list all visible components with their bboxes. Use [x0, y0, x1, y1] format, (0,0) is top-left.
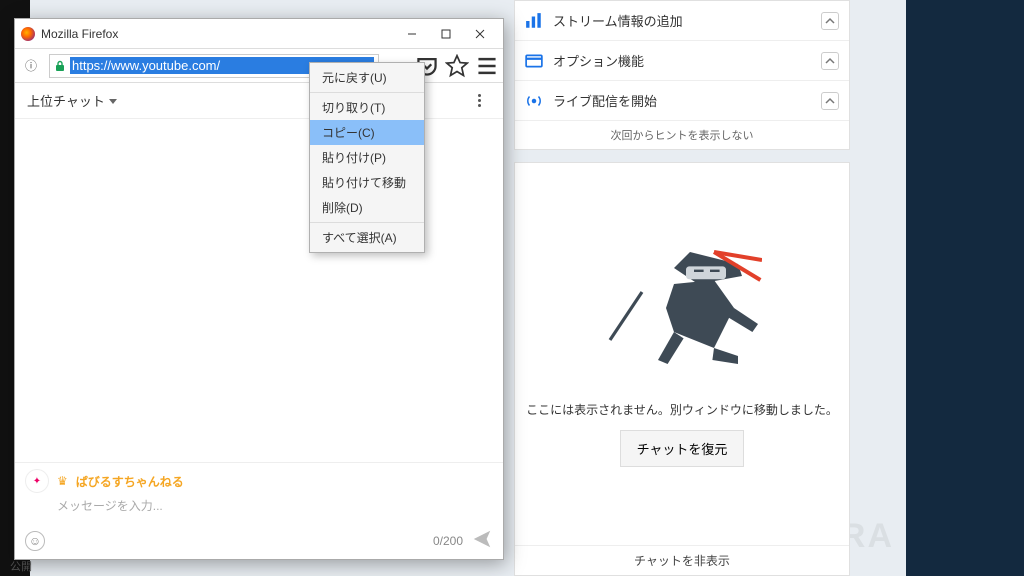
chat-body [15, 119, 503, 462]
close-button[interactable] [463, 23, 497, 45]
emoji-icon[interactable]: ☺ [25, 531, 45, 551]
star-icon[interactable] [445, 54, 469, 78]
ctx-paste[interactable]: 貼り付け(P) [310, 145, 424, 170]
channel-name: ぱびるすちゃんねる [76, 473, 184, 490]
bar-chart-icon [525, 12, 543, 30]
window-title: Mozilla Firefox [41, 27, 395, 41]
settings-label: ストリーム情報の追加 [553, 11, 811, 30]
ctx-select-all[interactable]: すべて選択(A) [310, 222, 424, 250]
maximize-button[interactable] [429, 23, 463, 45]
chat-moved-message: ここには表示されません。別ウィンドウに移動しました。 [526, 401, 838, 418]
settings-row-option[interactable]: オプション機能 [515, 41, 849, 81]
chat-footer: ☺ 0/200 [15, 522, 503, 559]
ninja-icon [602, 233, 762, 383]
settings-label: オプション機能 [553, 51, 811, 70]
ctx-copy[interactable]: コピー(C) [310, 120, 424, 145]
lock-icon [54, 60, 66, 72]
chat-moved-card: ここには表示されません。別ウィンドウに移動しました。 チャットを復元 チャットを… [514, 162, 850, 576]
hide-chat-button[interactable]: チャットを非表示 [515, 545, 849, 575]
settings-card: ストリーム情報の追加 オプション機能 ライブ配信を開始 次回からヒントを表示しな… [514, 0, 850, 150]
chevron-up-icon[interactable] [821, 92, 839, 110]
chat-more-icon[interactable] [467, 89, 491, 113]
chat-mode-label: 上位チャット [27, 91, 105, 110]
crown-icon: ♛ [57, 474, 68, 488]
chevron-up-icon[interactable] [821, 52, 839, 70]
ctx-cut[interactable]: 切り取り(T) [310, 92, 424, 120]
settings-label: ライブ配信を開始 [553, 91, 811, 110]
char-counter: 0/200 [433, 534, 463, 548]
send-button[interactable] [471, 528, 493, 553]
firefox-window: Mozilla Firefox ⓘ https://www.youtube.co… [14, 18, 504, 560]
settings-hint-off[interactable]: 次回からヒントを表示しない [515, 121, 849, 149]
right-dark-strip [906, 0, 1024, 576]
site-info-icon[interactable]: ⓘ [19, 54, 43, 78]
chevron-up-icon[interactable] [821, 12, 839, 30]
ctx-undo[interactable]: 元に戻す(U) [310, 65, 424, 90]
restore-chat-button[interactable]: チャットを復元 [620, 430, 745, 467]
address-bar-row: ⓘ https://www.youtube.com/ ••• [15, 49, 503, 83]
settings-row-stream-info[interactable]: ストリーム情報の追加 [515, 1, 849, 41]
message-input[interactable]: メッセージを入力... [57, 493, 493, 520]
antenna-icon [525, 92, 543, 110]
firefox-logo-icon [21, 27, 35, 41]
chat-header: 上位チャット [15, 83, 503, 119]
context-menu: 元に戻す(U) 切り取り(T) コピー(C) 貼り付け(P) 貼り付けて移動 削… [309, 62, 425, 253]
hamburger-icon[interactable] [475, 54, 499, 78]
ctx-paste-go[interactable]: 貼り付けて移動 [310, 170, 424, 195]
user-avatar-icon: ✦ [25, 469, 49, 493]
minimize-button[interactable] [395, 23, 429, 45]
firefox-titlebar[interactable]: Mozilla Firefox [15, 19, 503, 49]
settings-row-live-start[interactable]: ライブ配信を開始 [515, 81, 849, 121]
card-icon [525, 52, 543, 70]
publish-label: 公開 [10, 558, 32, 574]
ctx-delete[interactable]: 削除(D) [310, 195, 424, 220]
chat-input-area: ✦ ♛ ぱびるすちゃんねる メッセージを入力... [15, 462, 503, 522]
caret-down-icon [109, 97, 117, 105]
chat-mode-dropdown[interactable]: 上位チャット [27, 91, 117, 110]
